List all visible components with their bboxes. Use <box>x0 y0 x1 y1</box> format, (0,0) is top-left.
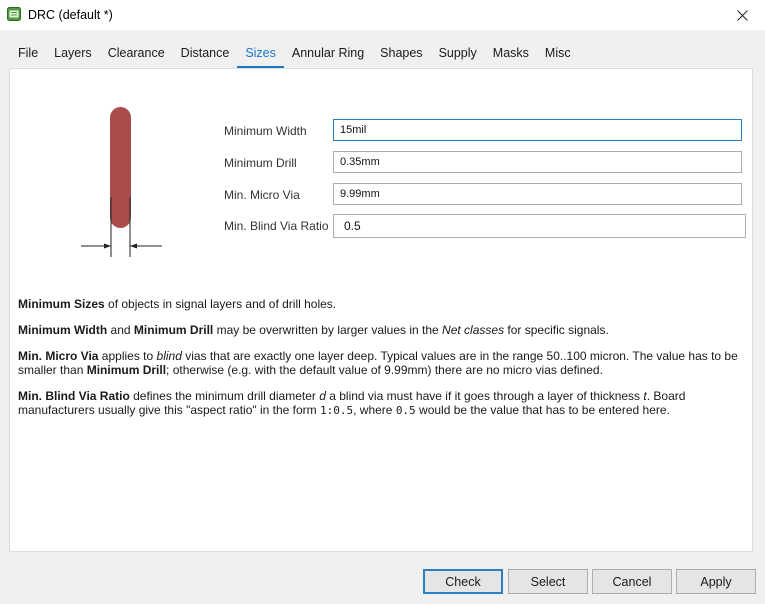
tab-layers[interactable]: Layers <box>46 40 100 68</box>
code-aspect-ratio: 1:0.5 <box>320 403 354 417</box>
desc-text: would be the value that has to be entere… <box>415 402 670 417</box>
term-min-micro-via: Min. Micro Via <box>18 349 99 363</box>
tab-supply[interactable]: Supply <box>431 40 485 68</box>
term-minimum-width: Minimum Width <box>18 323 108 337</box>
desc-text: ; otherwise (e.g. with the default value… <box>166 362 603 377</box>
description-blind-via-ratio: Min. Blind Via Ratio defines the minimum… <box>18 389 748 417</box>
title-bar: DRC (default *) <box>0 0 765 30</box>
description-micro-via: Min. Micro Via applies to blind vias tha… <box>18 349 748 377</box>
drc-app-icon <box>7 7 21 21</box>
min-width-label: Minimum Width <box>224 124 307 138</box>
desc-text: for specific signals. <box>504 323 609 337</box>
term-minimum-sizes: Minimum Sizes <box>18 297 105 311</box>
description-width-drill: Minimum Width and Minimum Drill may be o… <box>18 323 748 338</box>
min-blind-via-ratio-label: Min. Blind Via Ratio <box>224 219 329 233</box>
tab-annular-ring[interactable]: Annular Ring <box>284 40 372 68</box>
min-micro-via-input[interactable] <box>333 183 742 205</box>
dimension-arrow-right <box>130 243 137 249</box>
dimension-arrow-left <box>104 243 111 249</box>
apply-button[interactable]: Apply <box>676 569 756 594</box>
min-blind-via-ratio-input[interactable] <box>333 214 746 238</box>
check-button[interactable]: Check <box>423 569 503 594</box>
desc-text: , where <box>353 402 396 417</box>
tab-distance[interactable]: Distance <box>173 40 238 68</box>
description-min-sizes: Minimum Sizes of objects in signal layer… <box>18 297 748 312</box>
tab-file[interactable]: File <box>10 40 46 68</box>
code-value: 0.5 <box>395 403 416 417</box>
sizes-panel: Minimum Width Minimum Drill Min. Micro V… <box>9 68 753 552</box>
desc-text: applies to <box>98 349 157 363</box>
term-minimum-drill: Minimum Drill <box>86 362 167 377</box>
window-title: DRC (default *) <box>28 8 113 22</box>
term-blind: blind <box>156 349 182 363</box>
desc-text: of objects in signal layers and of drill… <box>104 297 337 311</box>
trace-shape <box>110 107 131 228</box>
tab-shapes[interactable]: Shapes <box>372 40 430 68</box>
term-minimum-drill: Minimum Drill <box>133 323 214 337</box>
desc-text: a blind via must have if it goes through… <box>325 389 644 403</box>
term-net-classes: Net classes <box>442 323 505 337</box>
close-icon <box>736 9 748 21</box>
trace-width-diagram <box>81 107 162 257</box>
desc-text: and <box>107 323 134 337</box>
min-width-input[interactable] <box>333 119 742 141</box>
term-d: d <box>319 389 326 403</box>
close-button[interactable] <box>719 0 765 30</box>
term-min-blind-via-ratio: Min. Blind Via Ratio <box>18 389 130 403</box>
min-drill-input[interactable] <box>333 151 742 173</box>
tab-clearance[interactable]: Clearance <box>100 40 173 68</box>
tab-sizes[interactable]: Sizes <box>237 40 284 68</box>
tab-masks[interactable]: Masks <box>485 40 537 68</box>
min-drill-label: Minimum Drill <box>224 156 297 170</box>
select-button[interactable]: Select <box>508 569 588 594</box>
desc-text: may be overwritten by larger values in t… <box>213 323 443 337</box>
desc-text: defines the minimum drill diameter <box>129 389 320 403</box>
cancel-button[interactable]: Cancel <box>592 569 672 594</box>
min-micro-via-label: Min. Micro Via <box>224 188 300 202</box>
tab-bar: File Layers Clearance Distance Sizes Ann… <box>10 40 579 68</box>
tab-misc[interactable]: Misc <box>537 40 579 68</box>
